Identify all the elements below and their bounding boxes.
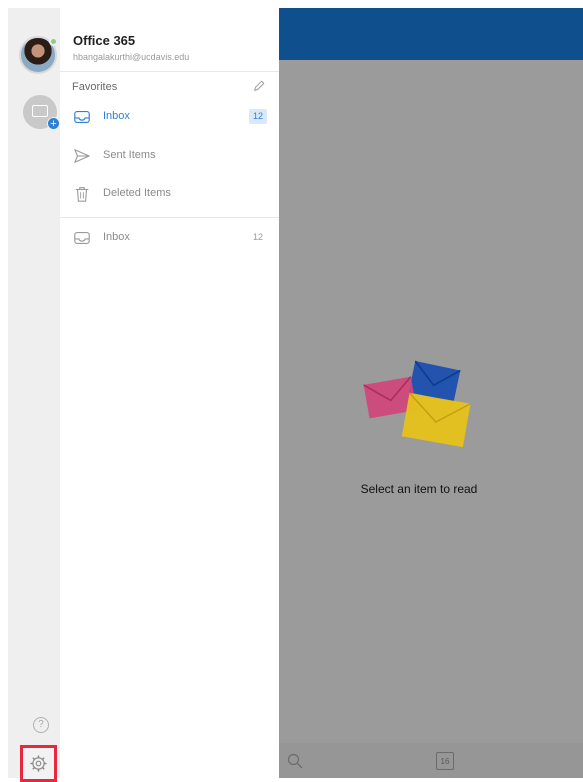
envelopes-illustration — [363, 360, 471, 448]
envelope-icon — [32, 105, 48, 117]
favorites-label: Favorites — [72, 81, 118, 93]
folder-item-inbox-favorite[interactable]: Inbox 12 — [60, 100, 279, 134]
folder-item-inbox[interactable]: Inbox 12 — [60, 221, 279, 255]
folder-item-deleted[interactable]: Deleted Items — [60, 177, 279, 211]
bottom-toolbar: 16 — [279, 743, 583, 778]
divider — [60, 71, 279, 72]
calendar-icon[interactable]: 16 — [436, 752, 454, 770]
unread-count-badge: 12 — [252, 232, 263, 242]
reading-pane: Select an item to read 16 — [279, 8, 583, 778]
empty-state-message: Select an item to read — [360, 482, 478, 496]
help-icon[interactable]: ? — [33, 717, 49, 733]
online-status-dot — [49, 37, 58, 46]
inbox-icon — [74, 111, 90, 123]
trash-icon — [75, 187, 89, 202]
sent-icon — [74, 149, 90, 163]
folder-label: Sent Items — [103, 149, 156, 161]
pencil-icon[interactable] — [252, 79, 266, 93]
unread-count-badge: 12 — [249, 109, 267, 124]
reading-pane-header — [279, 8, 583, 60]
divider — [60, 217, 279, 218]
folder-item-sent[interactable]: Sent Items — [60, 139, 279, 173]
account-name[interactable]: Office 365 — [73, 33, 135, 48]
search-icon[interactable] — [287, 753, 303, 769]
folder-label: Inbox — [103, 110, 130, 122]
folder-pane: Office 365 hbangalakurthi@ucdavis.edu Fa… — [60, 8, 279, 778]
left-margin — [0, 8, 8, 778]
settings-button[interactable] — [20, 745, 57, 782]
account-email: hbangalakurthi@ucdavis.edu — [73, 52, 190, 62]
inbox-icon — [74, 232, 90, 244]
top-strip — [0, 0, 583, 8]
gear-icon — [30, 755, 47, 772]
app-window: + ? Office 365 hbangalakurthi@ucdavis.ed… — [0, 0, 583, 782]
account-rail: + ? — [8, 8, 60, 782]
plus-icon: + — [47, 117, 60, 130]
folder-label: Deleted Items — [103, 187, 171, 199]
add-account-button[interactable]: + — [23, 95, 60, 130]
folder-label: Inbox — [103, 231, 130, 243]
